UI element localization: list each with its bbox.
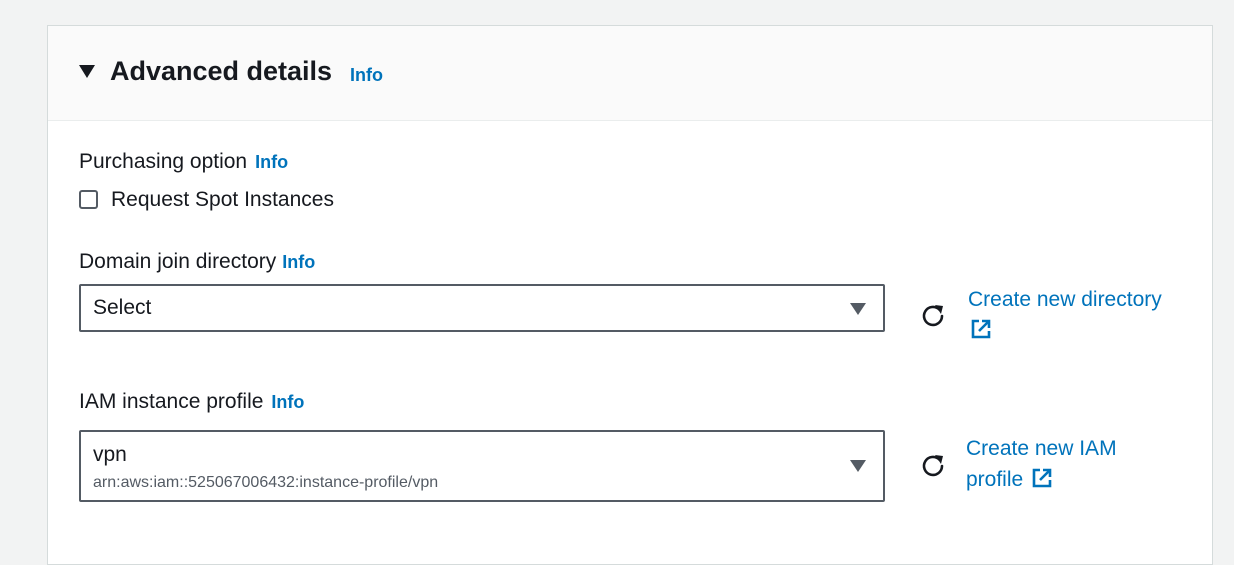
purchasing-option-info-link[interactable]: Info (255, 152, 288, 172)
caret-down-icon (850, 303, 866, 315)
external-link-icon (971, 319, 991, 339)
advanced-details-header[interactable]: Advanced details Info (48, 26, 1212, 121)
request-spot-instances-checkbox[interactable] (79, 190, 98, 209)
iam-profile-info-link[interactable]: Info (271, 392, 304, 412)
purchasing-option-label: Purchasing option Info (79, 149, 288, 175)
domain-join-selected-value: Select (93, 296, 152, 319)
refresh-icon[interactable] (920, 452, 948, 480)
create-new-directory-label: Create new directory (968, 288, 1162, 311)
iam-profile-label-text: IAM instance profile (79, 390, 264, 413)
request-spot-instances-label[interactable]: Request Spot Instances (111, 187, 334, 213)
advanced-details-panel: Advanced details Info Purchasing option I… (47, 25, 1213, 565)
domain-join-label: Domain join directory Info (79, 249, 315, 275)
section-title: Advanced details (110, 56, 333, 86)
iam-profile-select[interactable]: vpn arn:aws:iam::525067006432:instance-p… (79, 430, 885, 502)
caret-down-icon[interactable] (79, 65, 95, 79)
refresh-icon[interactable] (920, 302, 948, 330)
caret-down-icon (850, 460, 866, 472)
domain-join-info-link[interactable]: Info (282, 252, 315, 272)
external-link-icon (1032, 468, 1052, 488)
purchasing-option-label-text: Purchasing option (79, 150, 248, 173)
section-info-link[interactable]: Info (350, 64, 383, 86)
domain-join-select[interactable]: Select (79, 284, 885, 332)
domain-join-label-text: Domain join directory (79, 250, 277, 273)
create-new-iam-profile-link[interactable]: Create new IAM profile (966, 433, 1166, 495)
iam-profile-selected-arn: arn:aws:iam::525067006432:instance-profi… (93, 474, 439, 491)
create-new-directory-link[interactable]: Create new directory (968, 284, 1188, 346)
iam-profile-label: IAM instance profile Info (79, 389, 304, 415)
iam-profile-selected-value: vpn (93, 443, 127, 466)
